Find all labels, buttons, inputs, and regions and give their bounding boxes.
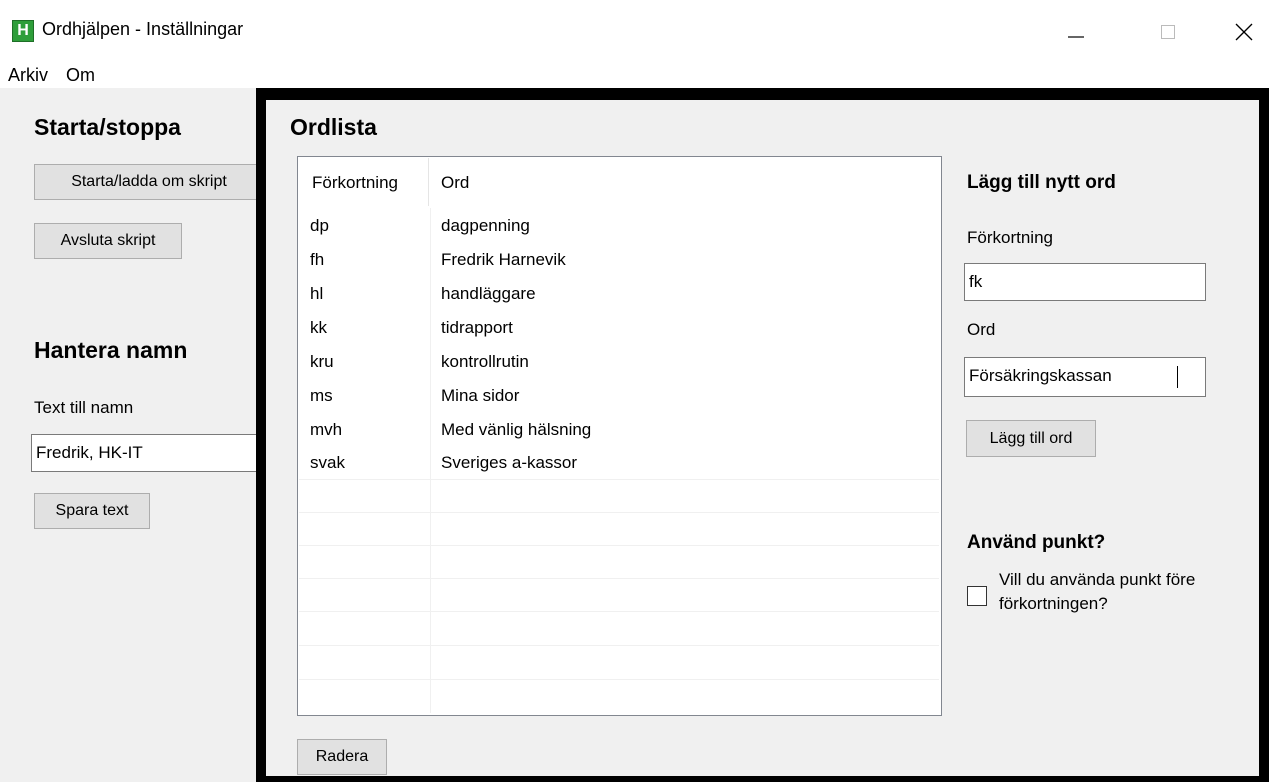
close-icon <box>1235 23 1253 41</box>
row-word[interactable]: kontrollrutin <box>441 352 529 372</box>
app-icon: H <box>12 20 34 42</box>
row-gridline <box>299 679 939 680</box>
row-gridline <box>299 611 939 612</box>
use-dot-checkbox[interactable] <box>967 586 987 606</box>
row-word[interactable]: Mina sidor <box>441 386 519 406</box>
row-word[interactable]: Fredrik Harnevik <box>441 250 566 270</box>
use-dot-label-line1[interactable]: Vill du använda punkt före <box>999 570 1195 590</box>
row-gridline <box>299 545 939 546</box>
row-abbreviation[interactable]: kk <box>310 318 327 338</box>
menu-bar <box>0 62 1269 88</box>
manage-name-heading: Hantera namn <box>34 337 188 363</box>
row-word[interactable]: Sveriges a-kassor <box>441 453 577 473</box>
wordlist-heading: Ordlista <box>290 114 377 140</box>
abbreviation-label: Förkortning <box>967 228 1053 247</box>
minimize-icon <box>1068 36 1084 38</box>
stop-script-button[interactable]: Avsluta skript <box>34 223 182 259</box>
row-word[interactable]: Med vänlig hälsning <box>441 420 591 440</box>
row-word[interactable]: tidrapport <box>441 318 513 338</box>
row-abbreviation[interactable]: dp <box>310 216 329 236</box>
start-stop-heading: Starta/stoppa <box>34 114 181 140</box>
column-header-abbreviation[interactable]: Förkortning <box>312 173 398 193</box>
row-abbreviation[interactable]: mvh <box>310 420 342 440</box>
row-abbreviation[interactable]: ms <box>310 386 333 406</box>
wordlist-listview[interactable] <box>297 156 942 716</box>
row-gridline <box>299 578 939 579</box>
word-label: Ord <box>967 320 996 339</box>
name-text-input[interactable]: Fredrik, HK-IT <box>31 434 271 472</box>
add-word-heading: Lägg till nytt ord <box>967 172 1116 193</box>
maximize-button[interactable] <box>1145 10 1191 54</box>
row-word[interactable]: handläggare <box>441 284 536 304</box>
row-abbreviation[interactable]: hl <box>310 284 323 304</box>
column-gridline <box>430 208 431 713</box>
menu-arkiv[interactable]: Arkiv <box>8 65 48 86</box>
use-dot-heading: Använd punkt? <box>967 532 1106 553</box>
start-script-button[interactable]: Starta/ladda om skript <box>34 164 264 200</box>
row-gridline <box>299 645 939 646</box>
minimize-button[interactable] <box>1053 10 1099 54</box>
row-gridline <box>299 512 939 513</box>
row-gridline <box>299 479 939 480</box>
menu-om[interactable]: Om <box>66 65 95 86</box>
column-separator <box>428 158 429 206</box>
use-dot-label-line2[interactable]: förkortningen? <box>999 594 1108 614</box>
row-word[interactable]: dagpenning <box>441 216 530 236</box>
save-text-button[interactable]: Spara text <box>34 493 150 529</box>
maximize-icon <box>1161 25 1175 39</box>
delete-button[interactable]: Radera <box>297 739 387 775</box>
text-caret <box>1177 366 1178 388</box>
close-button[interactable] <box>1221 10 1267 54</box>
row-abbreviation[interactable]: svak <box>310 453 345 473</box>
name-text-label: Text till namn <box>34 398 134 417</box>
row-abbreviation[interactable]: kru <box>310 352 334 372</box>
column-header-word[interactable]: Ord <box>441 173 469 193</box>
window-title: Ordhjälpen - Inställningar <box>42 19 244 39</box>
add-word-button[interactable]: Lägg till ord <box>966 420 1096 457</box>
word-input[interactable]: Försäkringskassan <box>964 357 1206 397</box>
row-abbreviation[interactable]: fh <box>310 250 324 270</box>
abbreviation-input[interactable]: fk <box>964 263 1206 301</box>
